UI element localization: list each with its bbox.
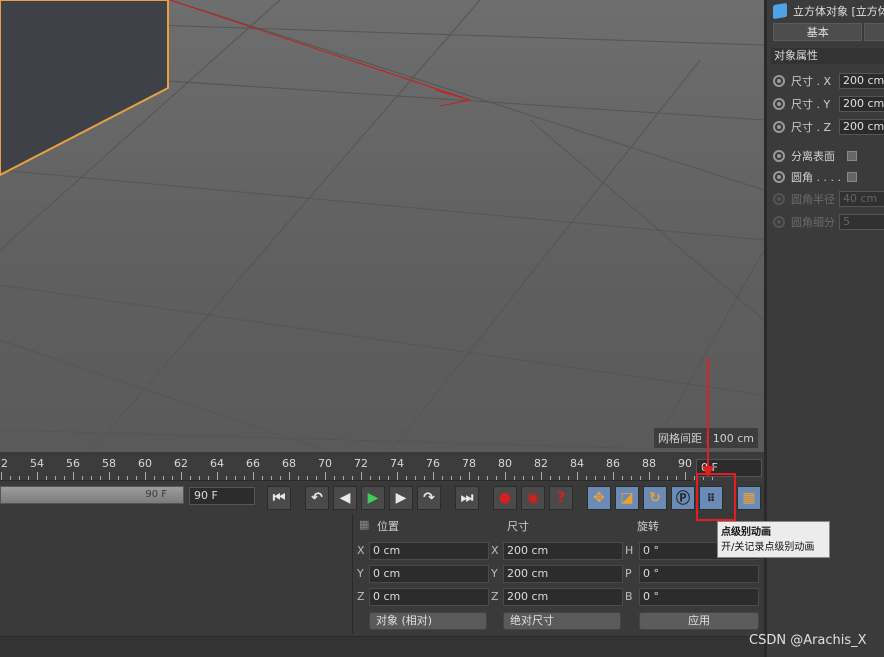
status-bar [0,636,764,657]
annotation-overlay [696,358,736,521]
tooltip-title: 点级别动画 [721,527,771,538]
watermark: CSDN @Arachis_X [749,633,867,648]
tooltip-body: 开/关记录点级别动画 [721,542,815,553]
tooltip: 点级别动画 开/关记录点级别动画 [717,521,830,558]
